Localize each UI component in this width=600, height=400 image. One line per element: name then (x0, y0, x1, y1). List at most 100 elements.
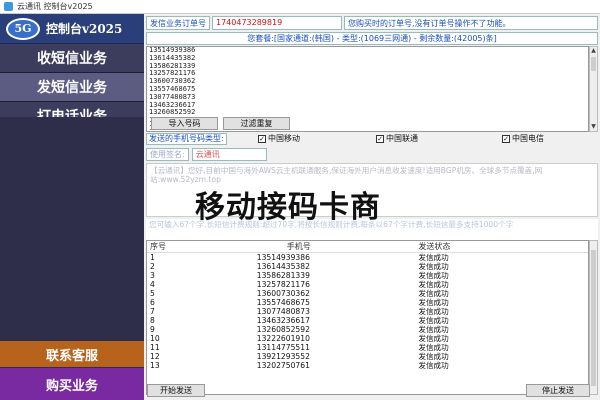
phone-number-line: 13260852592 (149, 108, 196, 117)
cell-status: 发信成功 (418, 298, 449, 307)
phone-number-line: 13077480873 (149, 92, 196, 101)
cell-status: 发信成功 (418, 280, 449, 289)
scroll-up-icon[interactable]: ▲ (590, 47, 597, 55)
cell-status: 发信成功 (418, 325, 449, 334)
table-row: 12 13921293552 发信成功 (147, 352, 588, 361)
order-row: 发信业务订单号 1740473289819 您购买时的订单号,没有订单号操作不了… (146, 16, 598, 30)
cell-index: 12 (150, 352, 160, 361)
cell-phone: 13600730362 (256, 289, 310, 298)
table-header: 序号 手机号 发送状态 (147, 241, 588, 253)
cell-status: 发信成功 (418, 361, 449, 370)
cell-phone: 13586281339 (256, 271, 310, 280)
signature-label: 使用签名: (146, 148, 189, 161)
checkbox-china-mobile[interactable]: ✓ 中国移动 (258, 133, 300, 144)
table-row: 3 13586281339 发信成功 (147, 271, 588, 280)
cell-phone: 13077480873 (256, 307, 310, 316)
cell-phone: 13222601910 (256, 334, 310, 343)
cell-status: 发信成功 (418, 316, 449, 325)
checkbox-china-telecom[interactable]: ✓ 中国电信 (502, 133, 544, 144)
signature-input[interactable]: 云通讯 (191, 148, 267, 161)
app-icon (4, 2, 13, 11)
sidebar-item-receive-sms[interactable]: 收短信业务 (0, 44, 144, 73)
phone-number-line: 13557468675 (149, 84, 196, 93)
numbers-scrollbar[interactable]: ▲ ▼ (589, 46, 598, 132)
table-row: 11 13114775511 发信成功 (147, 343, 588, 352)
cell-status: 发信成功 (418, 253, 449, 262)
table-body: 1 13514939386 发信成功 2 13614435382 发信成功 3 1358628… (147, 253, 588, 370)
contact-support-button[interactable]: 联系客服 (0, 341, 144, 367)
cell-index: 1 (150, 253, 155, 262)
table-row: 10 13222601910 发信成功 (147, 334, 588, 343)
table-scroll-thumb[interactable] (591, 250, 596, 386)
cell-status: 发信成功 (418, 289, 449, 298)
logo-badge-icon: 5G (6, 17, 40, 40)
cell-status: 发信成功 (418, 307, 449, 316)
header-status: 发送状态 (418, 242, 451, 251)
table-scrollbar[interactable] (589, 240, 598, 395)
send-status-table: 序号 手机号 发送状态 1 13514939386 发信成功 2 13614435382… (146, 240, 589, 395)
order-label: 发信业务订单号 (146, 16, 210, 30)
check-icon: ✓ (376, 134, 384, 143)
cell-phone: 13463236617 (256, 316, 310, 325)
sidebar-fill (0, 117, 144, 341)
table-row: 13 13202750761 发信成功 (147, 361, 588, 370)
table-row: 2 13614435382 发信成功 (147, 262, 588, 271)
order-hint: 您购买时的订单号,没有订单号操作不了功能。 (344, 16, 598, 30)
buy-service-button[interactable]: 购买业务 (0, 368, 144, 400)
cell-status: 发信成功 (418, 271, 449, 280)
cell-index: 3 (150, 271, 155, 280)
cell-index: 6 (150, 298, 155, 307)
number-types-row: 发送的手机号码类型: ✓ 中国移动 ✓ 中国联通 ✓ 中国电信 (146, 132, 598, 145)
scroll-down-icon[interactable]: ▼ (590, 123, 597, 131)
cell-index: 9 (150, 325, 155, 334)
signature-row: 使用签名: 云通讯 (146, 148, 267, 161)
number-types-label: 发送的手机号码类型: (146, 132, 227, 145)
header-phone: 手机号 (286, 242, 311, 251)
phone-number-line: 13514939386 (149, 46, 196, 54)
cell-index: 10 (150, 334, 160, 343)
cell-index: 8 (150, 316, 155, 325)
cell-phone: 13114775511 (256, 343, 310, 352)
scroll-thumb[interactable] (591, 57, 596, 71)
cell-phone: 13614435382 (256, 262, 310, 271)
cell-phone: 13202750761 (256, 361, 310, 370)
table-row: 4 13257821176 发信成功 (147, 280, 588, 289)
cell-phone: 13514939386 (256, 253, 310, 262)
logo: 5G 控制台v2025 (0, 14, 144, 44)
cell-index: 13 (150, 361, 160, 370)
cell-index: 7 (150, 307, 155, 316)
phone-number-line: 13614435382 (149, 53, 196, 62)
cell-status: 发信成功 (418, 334, 449, 343)
cell-index: 4 (150, 280, 155, 289)
cell-phone: 13257821176 (256, 280, 310, 289)
filter-duplicates-button[interactable]: 过滤重复 (223, 117, 290, 130)
check-icon: ✓ (258, 134, 266, 143)
cell-status: 发信成功 (418, 343, 449, 352)
phone-number-line: 13600730362 (149, 77, 196, 86)
cell-phone: 13260852592 (256, 325, 310, 334)
phone-number-line: 13463236617 (149, 100, 196, 109)
logo-text: 控制台v2025 (46, 22, 123, 36)
table-row: 1 13514939386 发信成功 (147, 253, 588, 262)
watermark-text: 移动接码卡商 (195, 190, 381, 225)
check-icon: ✓ (502, 134, 510, 143)
cell-phone: 13921293552 (256, 352, 310, 361)
cell-index: 11 (150, 343, 160, 352)
start-send-button[interactable]: 开始发送 (147, 384, 205, 397)
table-row: 8 13463236617 发信成功 (147, 316, 588, 325)
table-row: 9 13260852592 发信成功 (147, 325, 588, 334)
cell-index: 2 (150, 262, 155, 271)
sidebar-item-send-sms[interactable]: 发短信业务 (0, 73, 144, 102)
header-index: 序号 (150, 242, 166, 251)
phone-number-line: 13586281339 (149, 61, 196, 70)
cell-phone: 13557468675 (256, 298, 310, 307)
order-number-input[interactable]: 1740473289819 (212, 16, 342, 30)
package-info: 您套餐:[国家通道:(韩国) - 类型:(1069三网通) - 剩余数量:(42… (146, 32, 598, 45)
import-numbers-button[interactable]: 导入号码 (151, 117, 218, 130)
stop-send-button[interactable]: 停止发送 (526, 384, 590, 397)
cell-index: 5 (150, 289, 155, 298)
window-title: 云通讯 控制台v2025 (17, 2, 93, 11)
title-bar: 云通讯 控制台v2025 (0, 0, 600, 14)
table-row: 7 13077480873 发信成功 (147, 307, 588, 316)
checkbox-china-unicom[interactable]: ✓ 中国联通 (376, 133, 418, 144)
